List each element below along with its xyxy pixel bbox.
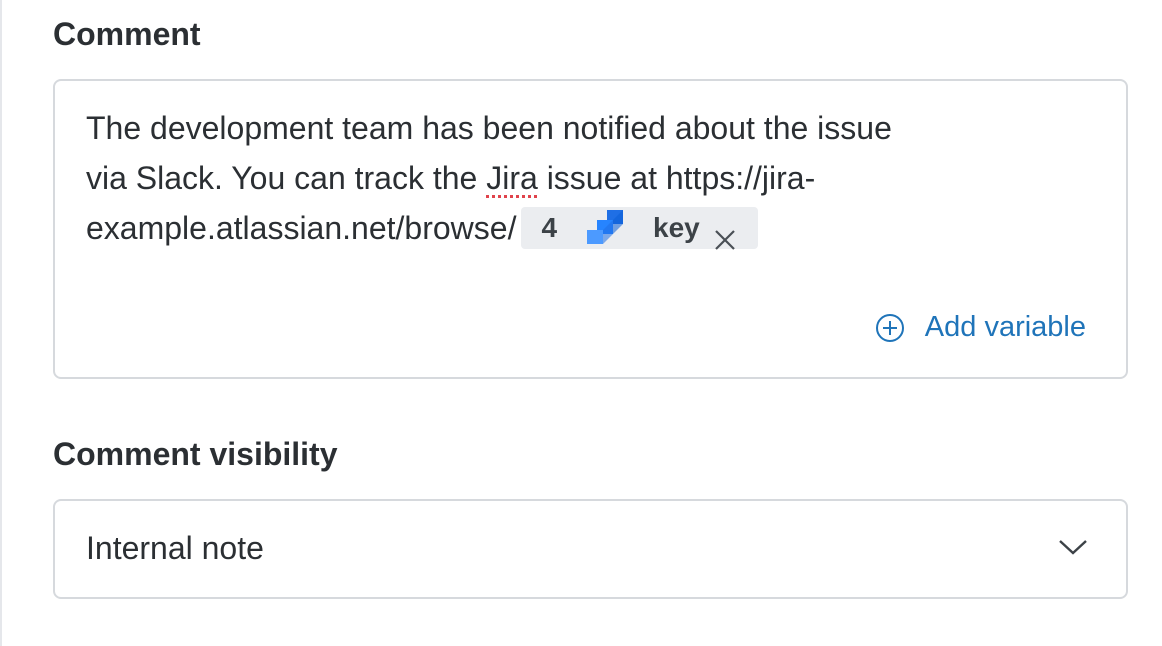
plus-circle-icon <box>875 313 905 343</box>
jira-icon <box>583 208 625 248</box>
comment-line-1: The development team has been notified a… <box>86 110 892 146</box>
misspelled-word[interactable]: Jira <box>486 160 538 196</box>
comment-line-2-end: issue at https://jira- <box>537 160 816 196</box>
variable-step-number: 4 <box>541 211 558 243</box>
comment-line-2: via Slack. You can track the Jira issue … <box>86 153 1046 203</box>
automation-step-form: Comment The development team has been no… <box>0 0 1162 646</box>
add-variable-button[interactable]: Add variable <box>875 311 1086 344</box>
comment-line-3: example.atlassian.net/browse/4 key <box>86 203 1046 253</box>
chevron-down-icon[interactable] <box>1058 537 1088 557</box>
comment-editor[interactable]: The development team has been notified a… <box>53 79 1128 379</box>
comment-visibility-select[interactable]: Internal note <box>53 499 1128 599</box>
add-variable-label: Add variable <box>924 311 1086 343</box>
comment-text[interactable]: The development team has been notified a… <box>86 103 1046 253</box>
comment-visibility-label: Comment visibility <box>53 436 338 472</box>
comment-line-3-text: example.atlassian.net/browse/ <box>86 210 517 246</box>
close-icon[interactable] <box>714 217 736 250</box>
comment-visibility-value: Internal note <box>86 530 264 566</box>
comment-line-2-start: via Slack. You can track the <box>86 160 487 196</box>
variable-chip[interactable]: 4 key <box>521 206 758 250</box>
variable-field-name: key <box>653 211 700 243</box>
comment-label: Comment <box>53 16 201 52</box>
